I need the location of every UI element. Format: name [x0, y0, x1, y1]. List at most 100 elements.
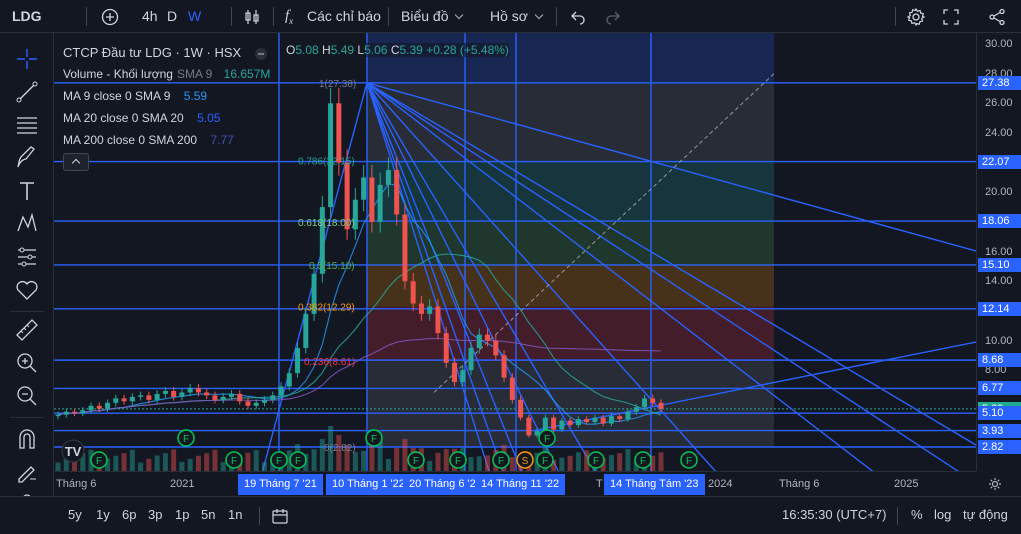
candle-body	[485, 334, 491, 341]
symbol-search[interactable]: LDG	[12, 0, 42, 33]
range-1y[interactable]: 1y	[96, 507, 110, 522]
range-6m[interactable]: 6p	[122, 507, 136, 522]
svg-text:TV: TV	[65, 444, 82, 459]
open-value: 5.08	[295, 43, 319, 57]
candle-body	[253, 402, 259, 406]
pattern-icon[interactable]	[14, 211, 40, 237]
financials-event-marker[interactable]: F	[270, 451, 288, 469]
marker-letter: F	[455, 456, 461, 467]
fullscreen-icon[interactable]	[942, 8, 960, 26]
price-axis-label: 12.14	[978, 301, 1021, 316]
financials-event-marker[interactable]: F	[536, 451, 554, 469]
range-1d[interactable]: 1n	[228, 507, 242, 522]
compare-add-icon[interactable]	[101, 8, 119, 26]
magnet-icon[interactable]	[14, 426, 40, 452]
ma200-label: MA 200 close 0 SMA 200	[63, 133, 198, 147]
time-tick: Tháng 6	[56, 478, 97, 490]
financials-event-marker[interactable]: F	[634, 451, 652, 469]
candle-body	[551, 417, 557, 430]
settings-gear-icon[interactable]	[906, 7, 926, 27]
candle-body	[328, 103, 334, 208]
split-event-marker[interactable]: S	[516, 451, 534, 469]
legend-title-row[interactable]: CTCP Đầu tư LDG · 1W · HSX	[63, 43, 274, 63]
indicators-button[interactable]: Các chỉ báo	[307, 0, 381, 33]
log-scale-toggle[interactable]: log	[934, 507, 951, 522]
auto-scale-toggle[interactable]: tự động	[963, 507, 1008, 522]
brush-icon[interactable]	[14, 145, 40, 171]
price-scale[interactable]: 30.0028.0026.0024.0022.0020.0018.0016.00…	[976, 33, 1021, 471]
financials-event-marker[interactable]: F	[225, 451, 243, 469]
prediction-icon[interactable]	[14, 244, 40, 270]
candle-body	[617, 416, 623, 420]
bottom-toolbar: 5y 1y 6p 3p 1p 5n 1n 16:35:30 (UTC+7) % …	[0, 496, 1021, 534]
range-5d[interactable]: 5n	[201, 507, 215, 522]
financials-event-marker[interactable]: F	[289, 451, 307, 469]
volume-bar	[567, 455, 573, 471]
candle-body	[63, 411, 69, 415]
range-3m[interactable]: 3p	[148, 507, 162, 522]
time-axis-label: 20 Tháng 6 '2	[403, 474, 482, 495]
interval-4h[interactable]: 4h	[142, 0, 158, 33]
candle-body	[237, 393, 243, 402]
marker-letter: S	[522, 456, 529, 467]
stay-in-drawing-icon[interactable]	[14, 459, 40, 485]
trendline-icon[interactable]	[14, 79, 40, 105]
toolbar-divider	[895, 7, 896, 26]
financials-event-marker[interactable]: F	[449, 451, 467, 469]
clock-timezone[interactable]: 16:35:30 (UTC+7)	[782, 507, 886, 522]
candle-body	[526, 417, 532, 436]
goto-date-icon[interactable]	[271, 507, 289, 525]
candles-style-icon[interactable]	[243, 8, 261, 26]
close-value: 5.39	[399, 43, 423, 57]
volume-bar	[204, 453, 210, 471]
marker-letter: F	[295, 456, 301, 467]
fib-retracement-icon[interactable]	[14, 112, 40, 138]
favorites-heart-icon[interactable]	[14, 277, 40, 303]
financials-event-marker[interactable]: F	[177, 429, 195, 447]
range-1m[interactable]: 1p	[175, 507, 189, 522]
financials-event-marker[interactable]: F	[365, 429, 383, 447]
profile-menu-button[interactable]: Hồ sơ	[490, 0, 544, 33]
financials-event-marker[interactable]: F	[90, 451, 108, 469]
financials-event-marker[interactable]: F	[587, 451, 605, 469]
ruler-icon[interactable]	[14, 317, 40, 343]
zoom-out-icon[interactable]	[14, 383, 40, 409]
ma20-value: 5.05	[197, 111, 221, 125]
legend-ma200-row[interactable]: MA 200 close 0 SMA 200 7.77	[63, 129, 274, 151]
financials-event-marker[interactable]: F	[407, 451, 425, 469]
time-scale-settings-icon[interactable]	[987, 476, 1003, 492]
chart-menu-button[interactable]: Biểu đồ	[401, 0, 464, 33]
legend-volume-row[interactable]: Volume - Khối lượng SMA 9 16.657M	[63, 63, 274, 85]
legend-ma20-row[interactable]: MA 20 close 0 SMA 20 5.05	[63, 107, 274, 129]
financials-event-marker[interactable]: F	[680, 451, 698, 469]
interval-w[interactable]: W	[188, 0, 201, 33]
candle-body	[625, 411, 631, 420]
legend-collapse-button[interactable]	[63, 153, 89, 171]
indicators-fx-icon[interactable]: fx	[285, 0, 293, 33]
zoom-in-icon[interactable]	[14, 350, 40, 376]
financials-event-marker[interactable]: F	[538, 429, 556, 447]
candle-body	[96, 405, 102, 409]
share-icon[interactable]	[988, 8, 1006, 26]
redo-icon[interactable]	[605, 9, 621, 25]
crosshair-icon[interactable]	[14, 46, 40, 72]
time-axis-label: 14 Tháng Tám '23	[604, 474, 705, 495]
volume-value: 16.657M	[223, 67, 271, 81]
price-tick: 24.00	[985, 126, 1013, 139]
legend-ma9-row[interactable]: MA 9 close 0 SMA 9 5.59	[63, 85, 274, 107]
undo-icon[interactable]	[570, 9, 586, 25]
candle-body	[542, 417, 548, 431]
financials-event-marker[interactable]: F	[492, 451, 510, 469]
candle-body	[286, 373, 292, 387]
volume-bar	[171, 449, 177, 471]
volume-bar	[658, 452, 664, 471]
time-scale[interactable]: Tháng 6 2021 T 2024 Tháng 6 2025 19 Tháng 7 '2…	[54, 471, 1001, 496]
percent-scale-toggle[interactable]: %	[911, 507, 923, 522]
price-axis-label: 3.93	[978, 423, 1021, 438]
price-axis-label: 8.68	[978, 353, 1021, 368]
candle-body	[534, 430, 540, 436]
interval-d[interactable]: D	[167, 0, 177, 33]
candle-body	[228, 393, 234, 397]
range-5y[interactable]: 5y	[68, 507, 82, 522]
text-tool-icon[interactable]	[14, 178, 40, 204]
